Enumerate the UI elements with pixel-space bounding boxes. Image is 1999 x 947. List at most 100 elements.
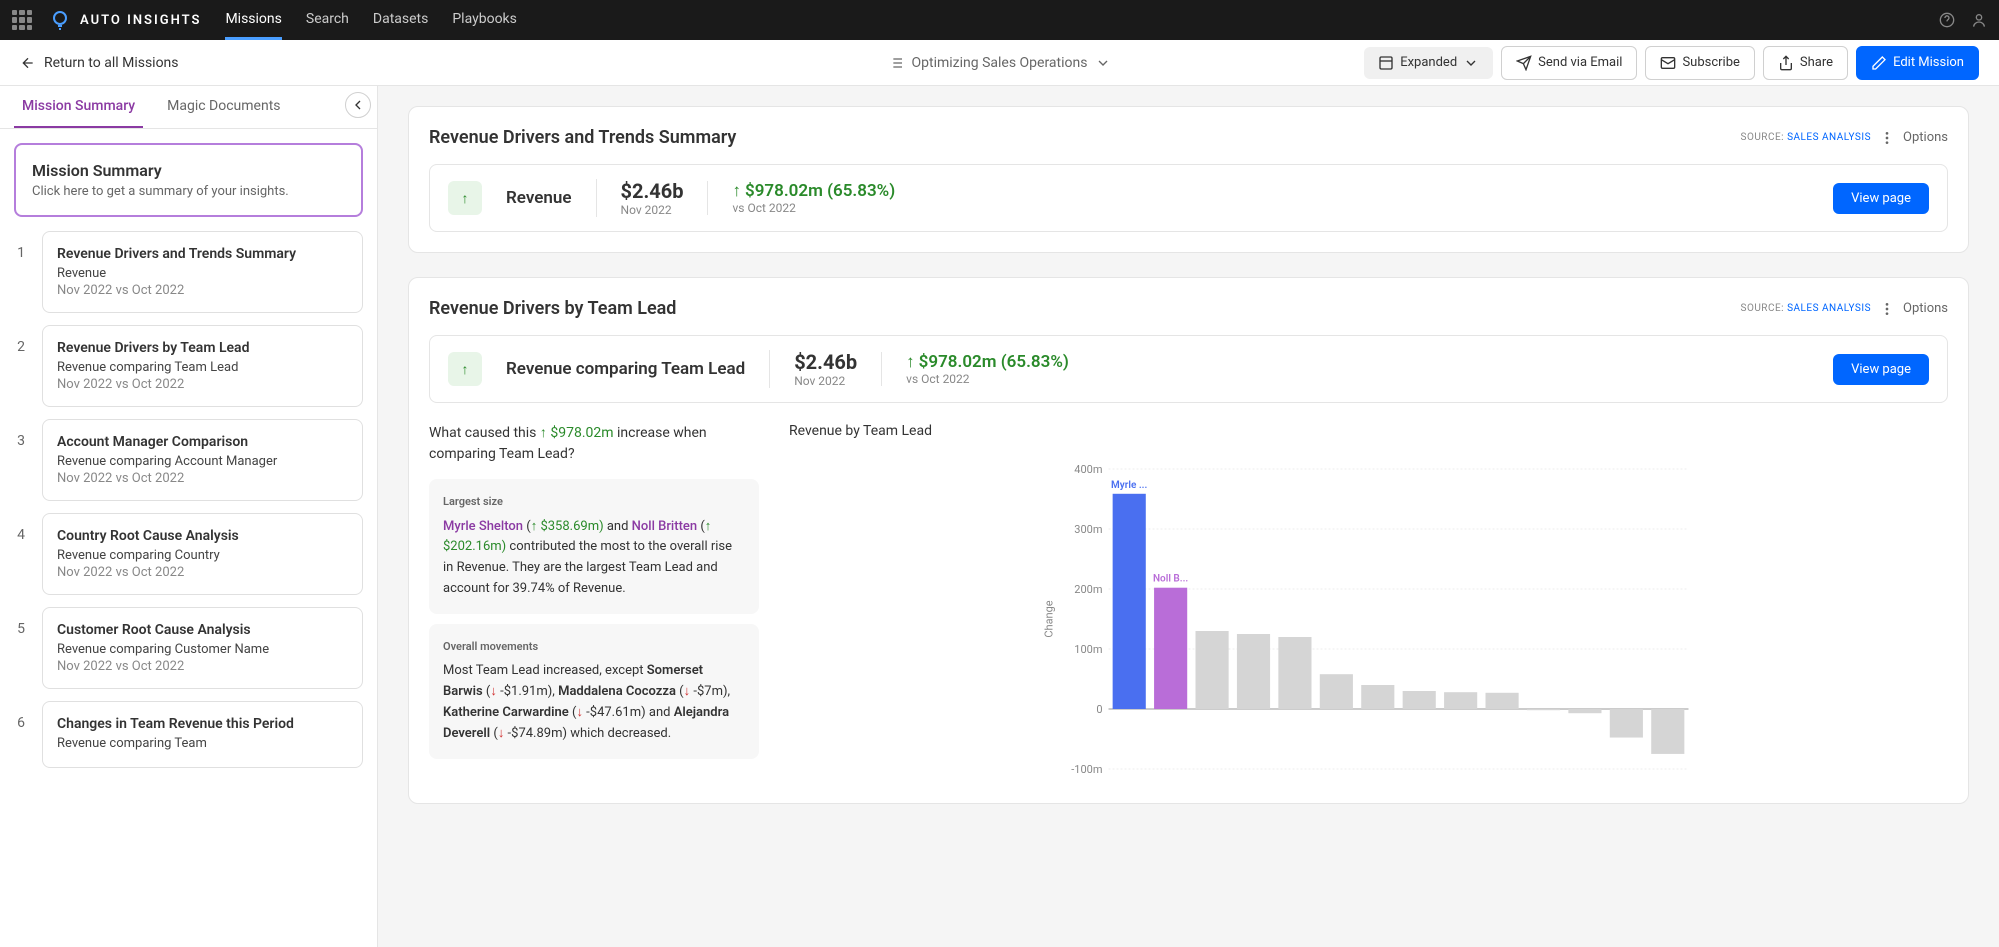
bar[interactable]	[1154, 588, 1187, 709]
page-list-item: 4 Country Root Cause Analysis Revenue co…	[14, 513, 363, 595]
bar[interactable]	[1113, 494, 1146, 709]
mission-title-dropdown[interactable]: Optimizing Sales Operations	[888, 55, 1112, 71]
page-card-sub2: Nov 2022 vs Oct 2022	[57, 283, 348, 298]
page-card-title: Country Root Cause Analysis	[57, 528, 348, 544]
return-link[interactable]: Return to all Missions	[20, 55, 179, 71]
page-card-sub1: Revenue comparing Account Manager	[57, 454, 348, 469]
view-page-button[interactable]: View page	[1833, 183, 1929, 214]
page-list: 1 Revenue Drivers and Trends Summary Rev…	[0, 231, 377, 794]
bar[interactable]	[1237, 634, 1270, 709]
nav-link-missions[interactable]: Missions	[225, 1, 281, 40]
top-nav: AUTO INSIGHTS Missions Search Datasets P…	[0, 0, 1999, 40]
source-label: SOURCE: SALES ANALYSIS	[1741, 303, 1872, 314]
list-icon	[888, 55, 904, 71]
page-card[interactable]: Revenue Drivers and Trends Summary Reven…	[42, 231, 363, 313]
page-number: 4	[14, 513, 28, 595]
share-label: Share	[1800, 55, 1833, 70]
metric-row: ↑ Revenue comparing Team Lead $2.46b Nov…	[429, 335, 1948, 403]
svg-text:100m: 100m	[1074, 643, 1102, 656]
detail-section: What caused this $978.02m increase when …	[429, 423, 1948, 783]
page-list-item: 3 Account Manager Comparison Revenue com…	[14, 419, 363, 501]
source-link[interactable]: SALES ANALYSIS	[1787, 303, 1871, 314]
page-card[interactable]: Changes in Team Revenue this Period Reve…	[42, 701, 363, 768]
mail-icon	[1660, 55, 1676, 71]
metric-label: Revenue comparing Team Lead	[506, 359, 745, 379]
page-card[interactable]: Country Root Cause Analysis Revenue comp…	[42, 513, 363, 595]
metric-vs: vs Oct 2022	[732, 201, 895, 215]
nav-link-playbooks[interactable]: Playbooks	[452, 1, 517, 40]
edit-mission-button[interactable]: Edit Mission	[1856, 46, 1979, 80]
insight-overall-movements: Overall movements Most Team Lead increas…	[429, 624, 759, 759]
mission-title-text: Optimizing Sales Operations	[912, 55, 1088, 71]
insight-label: Largest size	[443, 493, 745, 511]
help-icon[interactable]	[1939, 12, 1955, 28]
page-card[interactable]: Customer Root Cause Analysis Revenue com…	[42, 607, 363, 689]
bar[interactable]	[1527, 709, 1560, 710]
bar[interactable]	[1278, 637, 1311, 709]
page-card-sub1: Revenue comparing Country	[57, 548, 348, 563]
page-card-sub1: Revenue comparing Team	[57, 736, 348, 751]
page-card-sub2: Nov 2022 vs Oct 2022	[57, 565, 348, 580]
svg-text:Noll B...: Noll B...	[1153, 574, 1188, 585]
page-card[interactable]: Revenue Drivers by Team Lead Revenue com…	[42, 325, 363, 407]
nav-link-search[interactable]: Search	[306, 1, 349, 40]
metric-vs: vs Oct 2022	[906, 372, 1069, 386]
collapse-sidebar-button[interactable]	[345, 92, 371, 118]
page-card-sub1: Revenue comparing Customer Name	[57, 642, 348, 657]
sidebar: Mission Summary Magic Documents Mission …	[0, 86, 378, 947]
metric-label: Revenue	[506, 188, 572, 208]
apps-grid-icon[interactable]	[12, 10, 32, 30]
view-page-button[interactable]: View page	[1833, 354, 1929, 385]
bar[interactable]	[1568, 709, 1601, 713]
bar[interactable]	[1610, 709, 1643, 738]
page-card-title: Changes in Team Revenue this Period	[57, 716, 348, 732]
brand-logo[interactable]: AUTO INSIGHTS	[48, 8, 201, 32]
arrow-up-icon: ↑	[448, 181, 482, 215]
more-vertical-icon[interactable]	[1879, 130, 1895, 146]
view-mode-dropdown[interactable]: Expanded	[1364, 47, 1493, 79]
page-card-title: Revenue Drivers by Team Lead	[57, 340, 348, 356]
bar[interactable]	[1444, 692, 1477, 709]
page-list-item: 2 Revenue Drivers by Team Lead Revenue c…	[14, 325, 363, 407]
content-area: Revenue Drivers and Trends Summary SOURC…	[378, 86, 1999, 947]
subscribe-button[interactable]: Subscribe	[1645, 46, 1754, 80]
more-vertical-icon[interactable]	[1879, 301, 1895, 317]
bar[interactable]	[1403, 691, 1436, 709]
page-number: 3	[14, 419, 28, 501]
chart-area: Revenue by Team Lead 400m300m200m100m0-1…	[789, 423, 1948, 783]
insights-column: What caused this $978.02m increase when …	[429, 423, 759, 783]
insight-label: Overall movements	[443, 638, 745, 656]
arrow-left-icon	[20, 55, 36, 71]
options-label[interactable]: Options	[1903, 301, 1948, 316]
options-label[interactable]: Options	[1903, 130, 1948, 145]
team-lead-link[interactable]: Noll Britten	[632, 519, 697, 534]
page-card-sub2: Nov 2022 vs Oct 2022	[57, 377, 348, 392]
bar[interactable]	[1651, 709, 1684, 754]
page-card-title: Revenue Drivers and Trends Summary	[57, 246, 348, 262]
layout-icon	[1378, 55, 1394, 71]
bar[interactable]	[1486, 693, 1519, 709]
nav-link-datasets[interactable]: Datasets	[373, 1, 428, 40]
return-label: Return to all Missions	[44, 55, 179, 71]
bar[interactable]	[1361, 685, 1394, 709]
metric-date: Nov 2022	[794, 374, 857, 388]
view-mode-label: Expanded	[1400, 55, 1457, 70]
page-card[interactable]: Account Manager Comparison Revenue compa…	[42, 419, 363, 501]
mission-summary-card[interactable]: Mission Summary Click here to get a summ…	[14, 143, 363, 217]
source-link[interactable]: SALES ANALYSIS	[1787, 132, 1871, 143]
send-email-button[interactable]: Send via Email	[1501, 46, 1637, 80]
bar[interactable]	[1320, 674, 1353, 709]
page-number: 1	[14, 231, 28, 313]
source-label: SOURCE: SALES ANALYSIS	[1741, 132, 1872, 143]
tab-magic-documents[interactable]: Magic Documents	[159, 86, 288, 128]
send-icon	[1516, 55, 1532, 71]
metric-value: $2.46b	[621, 179, 684, 203]
share-button[interactable]: Share	[1763, 46, 1848, 80]
bar[interactable]	[1196, 631, 1229, 709]
team-lead-link[interactable]: Myrle Shelton	[443, 519, 523, 534]
metric-value: $2.46b	[794, 350, 857, 374]
chevron-left-icon	[350, 97, 366, 113]
metric-change: $978.02m (65.83%)	[732, 181, 895, 201]
tab-mission-summary[interactable]: Mission Summary	[14, 86, 143, 128]
user-icon[interactable]	[1971, 12, 1987, 28]
